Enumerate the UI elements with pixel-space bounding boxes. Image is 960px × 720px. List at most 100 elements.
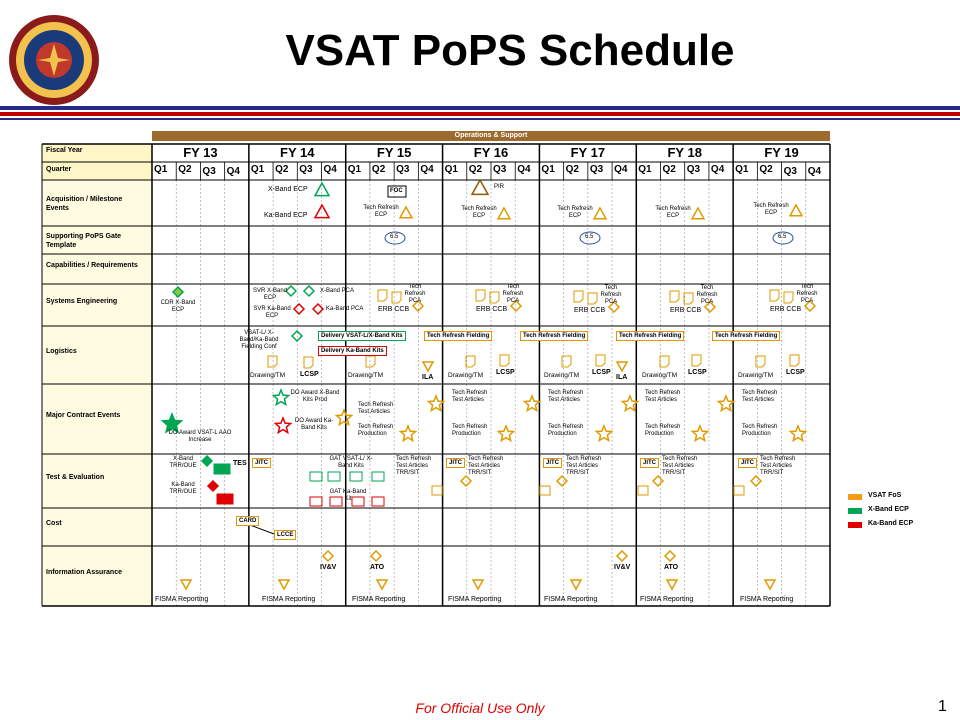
tech-refresh-trr-label: Tech Refresh Test Articles TRR/SIT	[662, 456, 698, 476]
row-label: Test & Evaluation	[46, 474, 105, 481]
row-label: Supporting PoPS Gate Template	[46, 233, 122, 249]
trr-box-marker	[733, 485, 745, 496]
tech-refresh-pca-label: Tech Refresh PCA	[796, 284, 818, 304]
trr-diamond	[651, 474, 665, 488]
legend-label-vsat: VSAT FoS	[868, 492, 902, 499]
trr-box-marker	[539, 485, 551, 496]
lcsp-doc-marker	[691, 354, 702, 367]
tech-refresh-star	[716, 394, 736, 413]
drawing-tm-label: Drawing/TM	[250, 372, 286, 379]
lcsp-doc-marker	[595, 354, 606, 367]
tech-refresh-star	[620, 394, 640, 413]
tech-refresh-test-articles-label: Tech Refresh Test Articles	[548, 390, 584, 403]
quarter-q3: Q3	[589, 164, 604, 175]
schedule-grid	[41, 131, 831, 607]
drawing-doc-marker	[659, 355, 670, 368]
trr-box-marker	[431, 485, 443, 496]
quarter-q4: Q4	[710, 164, 725, 175]
fisma-triangle	[665, 579, 679, 591]
lcsp-label: LCSP	[300, 371, 319, 378]
tech-refresh-production-star	[788, 424, 808, 443]
fy-label: FY 14	[280, 145, 315, 160]
svr-kaband-label: SVR Ka-Band ECP	[253, 306, 291, 319]
tech-refresh-fielding-box: Tech Refresh Fielding	[424, 331, 493, 341]
slide: VSAT PoPS Schedule Operations & Support F…	[0, 0, 960, 720]
ops-support-label: Operations & Support	[454, 132, 528, 139]
fisma-triangle	[179, 579, 193, 591]
tech-refresh-star	[334, 408, 354, 427]
tech-refresh-test-articles-label: Tech Refresh Test Articles	[645, 390, 681, 403]
trr-diamond	[459, 474, 473, 488]
gat-ka-marker	[309, 496, 323, 507]
tech-refresh-test-articles-label: Tech Refresh Test Articles	[358, 402, 394, 415]
ia-diamond	[321, 549, 335, 563]
fisma-triangle	[471, 579, 485, 591]
legend-swatch-vsat	[848, 494, 862, 500]
quarter-q3: Q3	[493, 164, 507, 175]
quarter-q1: Q1	[154, 164, 168, 175]
erb-ccb-label: ERB CCB	[670, 307, 702, 314]
tech-refresh-fielding-box: Tech Refresh Fielding	[520, 331, 589, 341]
ia-diamond	[615, 549, 629, 563]
jitc-box: JITC	[738, 458, 758, 468]
lcsp-doc-marker	[499, 354, 510, 367]
fielding-conf-label: VSAT-L/ X-Band/Ka-Band Fielding Conf	[239, 330, 279, 350]
fisma-reporting-label: FISMA Reporting	[448, 596, 502, 603]
row-label: Logistics	[46, 348, 77, 355]
fiscal-year-label: Fiscal Year	[46, 147, 83, 154]
jitc-box: JITC	[252, 458, 272, 468]
tech-refresh-production-label: Tech Refresh Production	[548, 424, 584, 437]
fisma-triangle	[763, 579, 777, 591]
pir-label: PIR	[494, 184, 505, 190]
quarter-q3: Q3	[686, 164, 701, 175]
do-award-ka-star	[273, 416, 293, 435]
card-box: CARD	[236, 516, 260, 526]
quarter-label: Quarter	[46, 166, 72, 173]
quarter-q1: Q1	[541, 164, 555, 175]
cdr-diamond	[171, 285, 185, 299]
delivery-xband-box: Delivery VSAT-L/X-Band Kits	[318, 331, 406, 341]
tech-refresh-fielding-box: Tech Refresh Fielding	[712, 331, 781, 341]
lcsp-label: LCSP	[592, 369, 611, 376]
pops-gate-label: 6.5	[585, 234, 594, 240]
tech-refresh-pca-label: Tech Refresh PCA	[404, 284, 426, 304]
tech-refresh-production-star	[594, 424, 614, 443]
fy-label: FY 19	[764, 145, 799, 160]
quarter-q2: Q2	[662, 164, 676, 175]
fisma-triangle	[375, 579, 389, 591]
row-label: Systems Engineering	[46, 298, 118, 305]
quarter-q1: Q1	[347, 164, 362, 175]
card-lcce-connector	[249, 524, 275, 535]
tech-refresh-test-articles-label: Tech Refresh Test Articles	[452, 390, 488, 403]
svr-ka-diamond	[292, 302, 306, 316]
row-label: Capabilities / Requirements	[46, 262, 138, 269]
fisma-reporting-label: FISMA Reporting	[262, 596, 316, 603]
lcsp-doc-marker	[303, 356, 314, 369]
tech-refresh-pca-label: Tech Refresh PCA	[696, 285, 718, 305]
fisma-reporting-label: FISMA Reporting	[155, 596, 209, 603]
drawing-doc-marker	[465, 355, 476, 368]
quarter-q3: Q3	[202, 166, 216, 177]
drawing-tm-label: Drawing/TM	[348, 372, 384, 379]
quarter-q2: Q2	[565, 164, 579, 175]
pops-gate-label: 6.5	[390, 234, 399, 240]
tech-refresh-production-star	[690, 424, 710, 443]
quarter-q3: Q3	[396, 164, 410, 175]
tech-refresh-production-star	[496, 424, 516, 443]
gat-x-marker	[309, 471, 323, 482]
jitc-box: JITC	[543, 458, 563, 468]
fisma-triangle	[569, 579, 583, 591]
ato-label: ATO	[370, 564, 385, 571]
erb-doc-marker	[377, 289, 388, 302]
tech-refresh-trr-label: Tech Refresh Test Articles TRR/SIT	[760, 456, 796, 476]
tech-refresh-production-label: Tech Refresh Production	[645, 424, 681, 437]
tech-refresh-production-label: Tech Refresh Production	[358, 424, 394, 437]
fisma-reporting-label: FISMA Reporting	[352, 596, 406, 603]
pir-triangle	[470, 178, 490, 196]
quarter-q2: Q2	[178, 164, 192, 175]
quarter-q4: Q4	[517, 164, 531, 175]
foc-label: FOC	[390, 188, 403, 194]
ila-triangle	[421, 361, 435, 373]
gat-kaband-label: GAT Ka-Band Kit	[329, 489, 367, 502]
delivery-kaband-box: Delivery Ka-Band Kits	[318, 346, 387, 356]
